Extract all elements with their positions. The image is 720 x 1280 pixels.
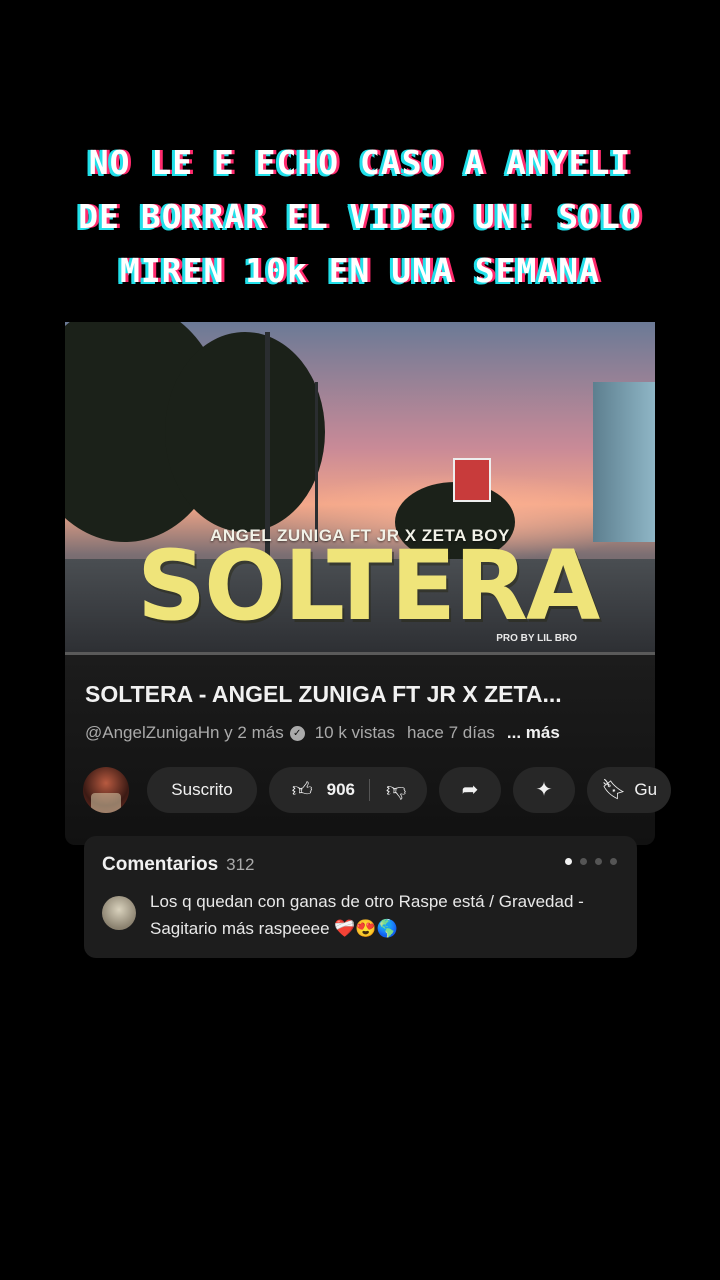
remix-button[interactable]: ✦	[513, 767, 575, 813]
video-info-panel: SOLTERA - ANGEL ZUNIGA FT JR X ZETA... @…	[65, 655, 671, 845]
video-meta: @AngelZunigaHn y 2 más ✓ 10 k vistas hac…	[85, 723, 560, 743]
thumbs-up-icon: 👍︎	[291, 779, 313, 801]
share-icon: ➦	[461, 779, 479, 801]
overlay-caption: NO LE E ECHO CASO A ANYELI DE BORRAR EL …	[30, 136, 690, 298]
like-button[interactable]: 👍︎ 906	[272, 779, 370, 801]
channel-avatar[interactable]	[83, 767, 129, 813]
dislike-button[interactable]: 👎︎	[370, 780, 424, 800]
comments-card[interactable]: Comentarios 312 Los q quedan con ganas de…	[84, 836, 637, 958]
comments-title: Comentarios	[102, 854, 219, 875]
like-dislike-group: 👍︎ 906 👎︎	[269, 767, 427, 813]
share-button[interactable]: ➦	[439, 767, 501, 813]
thumbs-down-icon: 👎︎	[385, 779, 407, 801]
view-count: 10 k vistas	[314, 723, 395, 742]
thumbnail-producer: PRO BY LIL BRO	[496, 633, 577, 644]
top-comment: Los q quedan con ganas de otro Raspe est…	[150, 892, 584, 938]
street-light	[315, 382, 318, 542]
tree	[165, 332, 325, 532]
video-title[interactable]: SOLTERA - ANGEL ZUNIGA FT JR X ZETA...	[85, 681, 562, 708]
channel-name[interactable]: @AngelZunigaHn y 2 más	[85, 723, 284, 743]
subscribe-button[interactable]: Suscrito	[147, 767, 257, 813]
save-label: Gu	[634, 780, 658, 799]
caption-line-3: MIREN 10k EN UNA SEMANA	[120, 251, 600, 290]
carousel-dot	[580, 858, 587, 865]
caption-line-1: NO LE E ECHO CASO A ANYELI	[88, 143, 632, 182]
carousel-dot	[610, 858, 617, 865]
caption-line-2: DE BORRAR EL VIDEO UN! SOLO	[78, 197, 642, 236]
sparkle-icon: ✦	[535, 779, 553, 801]
carousel-dots	[557, 858, 617, 865]
action-bar: Suscrito 👍︎ 906 👎︎ ➦ ✦ 🔖︎ Gu	[83, 767, 683, 813]
video-player[interactable]: ANGEL ZUNIGA FT JR X ZETA BOY SOLTERA PR…	[65, 322, 655, 654]
commenter-avatar	[102, 896, 136, 930]
billboard	[453, 458, 491, 502]
like-count: 906	[326, 780, 355, 799]
thumbnail-title-art: SOLTERA	[137, 530, 600, 642]
comments-header: Comentarios 312	[102, 854, 255, 876]
comments-count: 312	[226, 855, 255, 874]
building	[593, 382, 655, 542]
carousel-dot	[565, 858, 572, 865]
more-link[interactable]: ... más	[507, 723, 560, 743]
upload-age: hace 7 días	[407, 723, 495, 742]
save-button[interactable]: 🔖︎ Gu	[587, 767, 671, 813]
carousel-dot	[595, 858, 602, 865]
verified-icon: ✓	[289, 725, 305, 741]
bookmark-icon: 🔖︎	[601, 779, 627, 801]
